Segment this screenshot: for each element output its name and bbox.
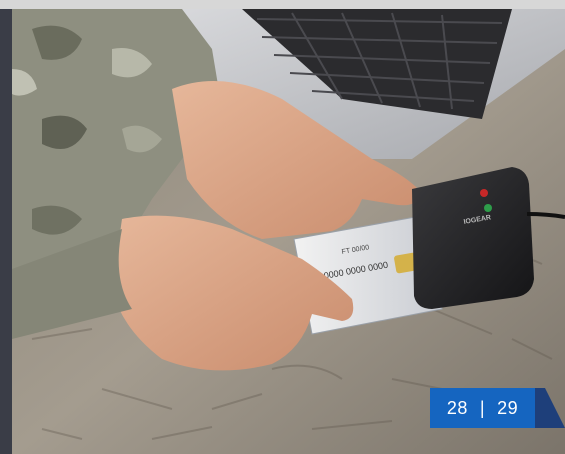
- page-number-tab: 28 | 29: [430, 388, 535, 428]
- brochure-page: 00 0000 0000 0000 FT 00/00 IOGEAR 28 | 2…: [0, 0, 565, 454]
- reader-status-led-green: [484, 204, 492, 212]
- right-page-number: 29: [497, 397, 519, 418]
- reader-status-led-red: [480, 189, 488, 197]
- top-margin-strip: [0, 0, 565, 9]
- page-separator: |: [479, 397, 486, 418]
- page-tab-arrow: [535, 388, 565, 428]
- left-page-number: 28: [446, 397, 468, 418]
- left-edge-bar: [0, 9, 12, 454]
